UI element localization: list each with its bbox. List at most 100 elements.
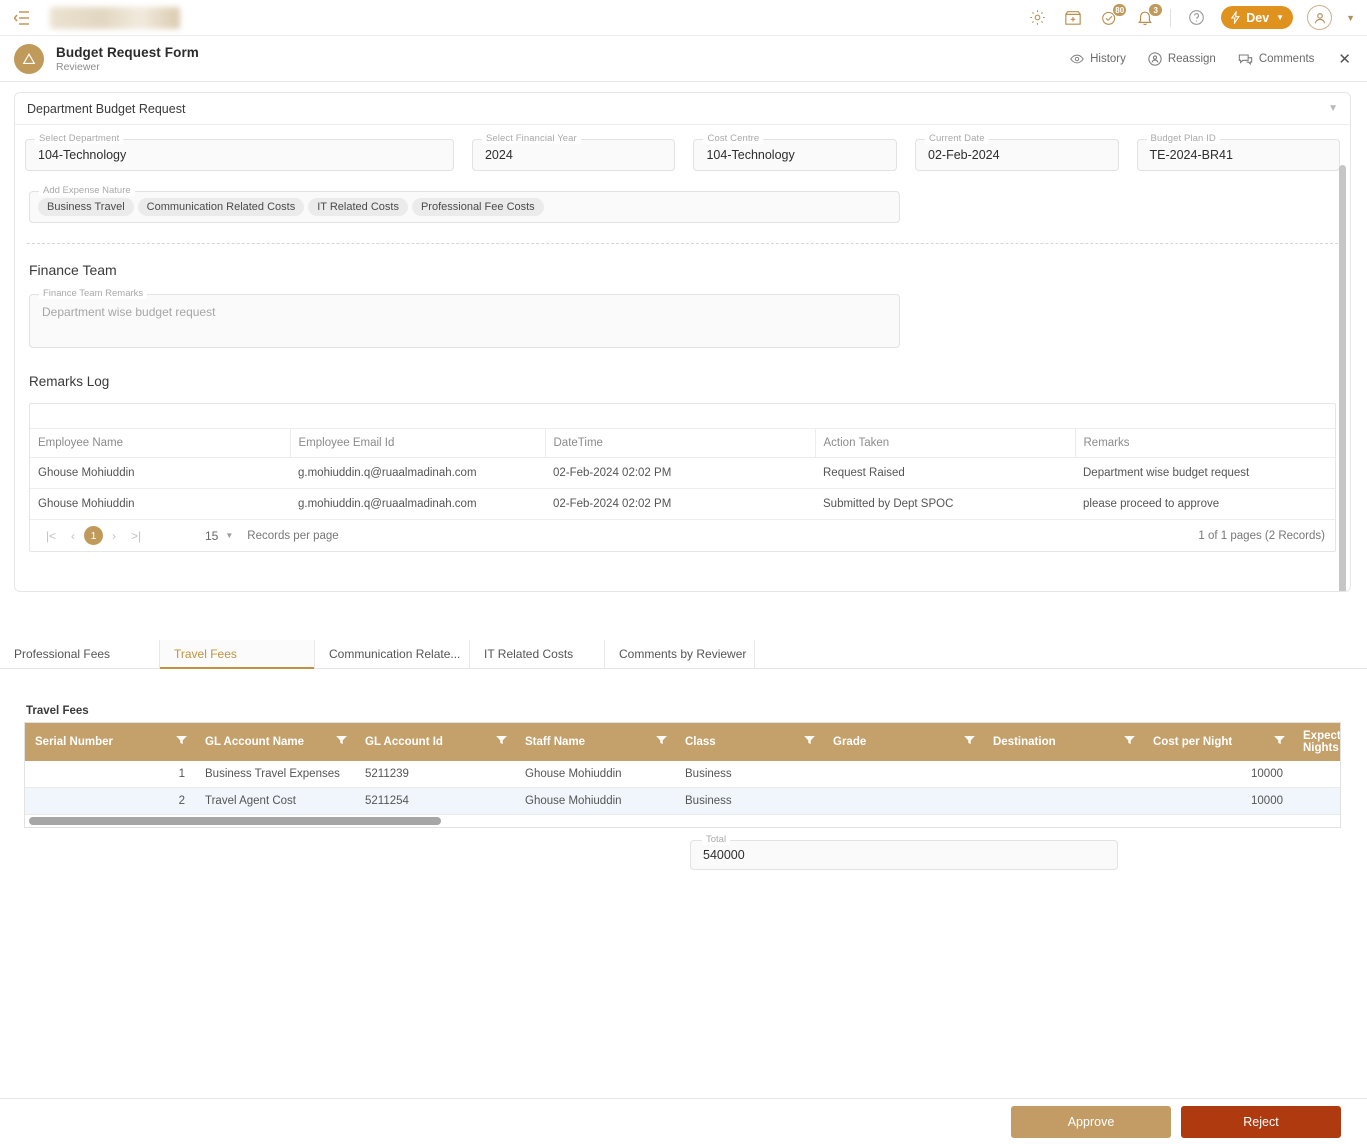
- filter-icon[interactable]: [804, 736, 815, 748]
- budget-plan-id-field[interactable]: Budget Plan ID TE-2024-BR41: [1136, 133, 1341, 171]
- comments-button[interactable]: Comments: [1238, 52, 1314, 66]
- select-department-label: Select Department: [35, 133, 124, 144]
- tab-it-related-costs[interactable]: IT Related Costs: [470, 640, 605, 668]
- horizontal-scrollbar-track: [25, 815, 1340, 827]
- filter-icon[interactable]: [496, 736, 507, 748]
- expense-chip[interactable]: Communication Related Costs: [137, 198, 305, 216]
- cell-class: Business: [675, 761, 823, 788]
- help-icon[interactable]: [1185, 7, 1207, 29]
- table-row[interactable]: Ghouse Mohiuddin g.mohiuddin.q@ruaalmadi…: [30, 488, 1335, 520]
- table-row[interactable]: Ghouse Mohiuddin g.mohiuddin.q@ruaalmadi…: [30, 457, 1335, 489]
- column-header-staff-name[interactable]: Staff Name: [515, 723, 675, 761]
- pagination-summary: 1 of 1 pages (2 Records): [1198, 529, 1325, 542]
- tab-travel-fees[interactable]: Travel Fees: [160, 640, 315, 669]
- column-header-employee-name[interactable]: Employee Name: [30, 429, 291, 458]
- next-page-button[interactable]: ›: [103, 529, 125, 543]
- cell-cost-per-night: 10000: [1143, 761, 1293, 788]
- table-row[interactable]: 2 Travel Agent Cost 5211254 Ghouse Mohiu…: [25, 787, 1340, 815]
- cell-datetime: 02-Feb-2024 02:02 PM: [545, 457, 815, 489]
- tab-label: Professional Fees: [14, 647, 111, 661]
- cell-remarks: Department wise budget request: [1075, 457, 1335, 489]
- cell-gl-account-id: 5211254: [355, 787, 515, 815]
- remarks-log-toolbar: [30, 404, 1335, 429]
- filter-icon[interactable]: [1274, 736, 1285, 748]
- total-value[interactable]: 540000: [690, 840, 1118, 870]
- total-field[interactable]: Total 540000: [690, 834, 1118, 870]
- environment-button[interactable]: Dev ▼: [1221, 6, 1294, 29]
- filter-icon[interactable]: [336, 736, 347, 748]
- gear-icon[interactable]: [1026, 7, 1048, 29]
- hamburger-icon[interactable]: [12, 8, 32, 28]
- cell-employee-name: Ghouse Mohiuddin: [30, 457, 290, 489]
- select-department-field[interactable]: Select Department 104-Technology: [25, 133, 454, 171]
- avatar[interactable]: [1307, 5, 1333, 30]
- filter-icon[interactable]: [964, 736, 975, 748]
- column-header-datetime[interactable]: DateTime: [545, 429, 816, 458]
- close-icon[interactable]: ✕: [1336, 50, 1353, 68]
- department-budget-request-panel: Department Budget Request ▼ Select Depar…: [14, 92, 1351, 592]
- column-header-gl-account-id[interactable]: GL Account Id: [355, 723, 515, 761]
- remarks-log-pagination: |< ‹ 1 › >| 15 ▼ Records per page 1 of 1…: [30, 520, 1335, 551]
- bell-icon[interactable]: 3: [1134, 2, 1164, 29]
- column-header-serial-number[interactable]: Serial Number: [25, 723, 195, 761]
- reassign-button[interactable]: Reassign: [1148, 51, 1216, 66]
- table-row[interactable]: 1 Business Travel Expenses 5211239 Ghous…: [25, 761, 1340, 788]
- filter-icon[interactable]: [656, 736, 667, 748]
- column-label: Serial Number: [35, 736, 113, 748]
- form-footer: Approve Reject: [0, 1098, 1367, 1144]
- top-bar: 80 3 Dev ▼ ▼: [0, 0, 1367, 36]
- column-header-expected-nights[interactable]: Expected Nights: [1293, 723, 1340, 761]
- column-header-grade[interactable]: Grade: [823, 723, 983, 761]
- cell-expected-nights: [1293, 787, 1340, 815]
- filter-icon[interactable]: [1124, 736, 1135, 748]
- column-header-cost-per-night[interactable]: Cost per Night: [1143, 723, 1293, 761]
- cell-grade: [823, 761, 983, 788]
- select-financial-year-field[interactable]: Select Financial Year 2024: [471, 133, 676, 171]
- column-header-employee-email[interactable]: Employee Email Id: [290, 429, 546, 458]
- tab-communication-related[interactable]: Communication Relate...: [315, 640, 470, 668]
- approve-button[interactable]: Approve: [1011, 1105, 1171, 1138]
- page-size-select[interactable]: 15 ▼: [205, 529, 233, 543]
- vertical-scrollbar[interactable]: [1339, 165, 1346, 591]
- tab-professional-fees[interactable]: Professional Fees: [0, 640, 160, 668]
- column-header-gl-account-name[interactable]: GL Account Name: [195, 723, 355, 761]
- cell-gl-account-name: Business Travel Expenses: [195, 761, 355, 788]
- cost-centre-field[interactable]: Cost Centre 104-Technology: [693, 133, 897, 171]
- cell-remarks: please proceed to approve: [1075, 488, 1335, 520]
- filter-icon[interactable]: [176, 736, 187, 748]
- account-chevron-down-icon[interactable]: ▼: [1346, 13, 1355, 23]
- divider: [27, 243, 1338, 244]
- travel-fees-grid: Serial Number GL Account Name GL Account…: [25, 723, 1340, 815]
- finance-team-remarks-value[interactable]: Department wise budget request: [29, 294, 900, 348]
- tab-label: Travel Fees: [174, 647, 237, 661]
- current-date-field[interactable]: Current Date 02-Feb-2024: [915, 133, 1119, 171]
- expense-chip[interactable]: Professional Fee Costs: [411, 198, 544, 216]
- fees-tabs: Professional Fees Travel Fees Communicat…: [0, 640, 1367, 669]
- finance-team-remarks-field[interactable]: Finance Team Remarks Department wise bud…: [29, 288, 900, 348]
- store-icon[interactable]: [1062, 7, 1084, 29]
- column-header-action-taken[interactable]: Action Taken: [815, 429, 1076, 458]
- current-page-button[interactable]: 1: [84, 526, 103, 545]
- reject-button[interactable]: Reject: [1181, 1105, 1341, 1138]
- section-header[interactable]: Department Budget Request ▼: [15, 93, 1350, 125]
- chevron-down-icon[interactable]: ▼: [1328, 103, 1338, 114]
- horizontal-scrollbar[interactable]: [29, 817, 441, 825]
- expense-chip[interactable]: Business Travel: [38, 198, 134, 216]
- first-page-button[interactable]: |<: [40, 529, 62, 543]
- page-title: Budget Request Form: [56, 44, 199, 60]
- page-subtitle: Reviewer: [56, 60, 100, 73]
- column-header-remarks[interactable]: Remarks: [1075, 429, 1335, 458]
- column-header-class[interactable]: Class: [675, 723, 823, 761]
- last-page-button[interactable]: >|: [125, 529, 147, 543]
- cell-employee-name: Ghouse Mohiuddin: [30, 488, 290, 520]
- cost-centre-label: Cost Centre: [703, 133, 764, 144]
- tab-comments-by-reviewer[interactable]: Comments by Reviewer: [605, 640, 755, 668]
- form-fields-row: Select Department 104-Technology Select …: [15, 125, 1350, 171]
- history-button[interactable]: History: [1070, 52, 1126, 66]
- add-expense-nature-field[interactable]: Add Expense Nature Business Travel Commu…: [29, 185, 900, 223]
- tasks-check-icon[interactable]: 80: [1098, 2, 1128, 29]
- tab-label: IT Related Costs: [484, 647, 574, 661]
- prev-page-button[interactable]: ‹: [62, 529, 84, 543]
- expense-chip[interactable]: IT Related Costs: [308, 198, 408, 216]
- column-header-destination[interactable]: Destination: [983, 723, 1143, 761]
